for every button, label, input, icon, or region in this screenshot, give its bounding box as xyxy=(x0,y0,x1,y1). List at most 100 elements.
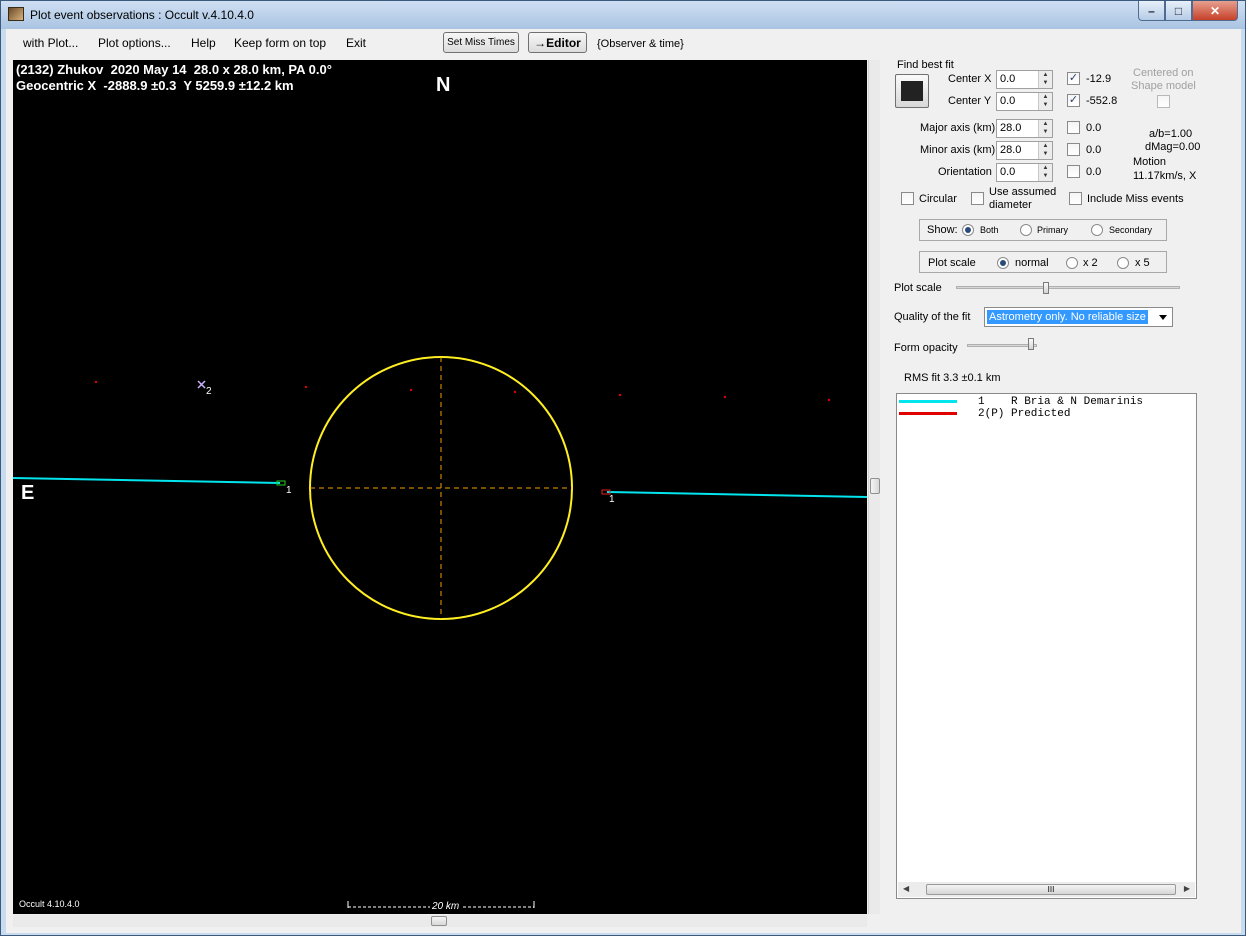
menu-exit[interactable]: Exit xyxy=(346,36,366,50)
center-x-spin-arrows[interactable]: ▲ ▼ xyxy=(1038,71,1052,88)
shape-model-label: Shape model xyxy=(1131,80,1196,92)
plot-header-line-2: Geocentric X -2888.9 ±0.3 Y 5259.9 ±12.2… xyxy=(16,78,294,93)
minor-axis-checkbox[interactable] xyxy=(1067,143,1080,156)
centered-on-label: Centered on xyxy=(1133,67,1194,79)
chord-1-right xyxy=(606,491,867,498)
legend-row-2[interactable]: 2(P) Predicted xyxy=(978,408,1070,420)
plot-scale-x5-radio[interactable] xyxy=(1117,257,1129,269)
orientation-label: Orientation xyxy=(938,166,992,178)
app-window: Plot event observations : Occult v.4.10.… xyxy=(0,0,1246,936)
menu-help[interactable]: Help xyxy=(191,36,216,50)
major-axis-spin-arrows[interactable]: ▲ ▼ xyxy=(1038,120,1052,137)
orientation-fit-value: 0.0 xyxy=(1086,166,1102,178)
plot-canvas[interactable]: (2132) Zhukov 2020 May 14 28.0 x 28.0 km… xyxy=(13,60,867,914)
show-group: Show: Both Primary Secondary xyxy=(919,219,1167,241)
plot-vertical-scrollbar[interactable] xyxy=(868,60,880,914)
plot-horizontal-scroll-thumb[interactable] xyxy=(431,916,447,926)
plot-scale-normal-label: normal xyxy=(1015,257,1049,269)
show-secondary-radio[interactable] xyxy=(1091,224,1103,236)
title-bar[interactable]: Plot event observations : Occult v.4.10.… xyxy=(1,1,1245,29)
plot-scale-group: Plot scale normal x 2 x 5 xyxy=(919,251,1167,273)
find-best-fit-label: Find best fit xyxy=(897,59,954,71)
motion-value: 11.17km/s, X xyxy=(1133,170,1197,182)
chord-1-label-left: 1 xyxy=(286,485,292,496)
maximize-button[interactable]: □ xyxy=(1165,1,1192,21)
quality-label: Quality of the fit xyxy=(894,311,971,323)
scale-label: 20 km xyxy=(430,901,462,912)
fit-chart-icon xyxy=(901,81,923,101)
chord-1-label-right: 1 xyxy=(609,494,615,505)
center-x-input[interactable]: 0.0 ▲ ▼ xyxy=(996,70,1053,89)
include-miss-events-checkbox[interactable] xyxy=(1069,192,1082,205)
legend-scroll-thumb[interactable]: III xyxy=(926,884,1176,895)
set-miss-times-button[interactable]: Set Miss Times xyxy=(443,32,519,53)
predicted-label: 2 xyxy=(206,386,212,397)
center-y-checkbox[interactable]: ✓ xyxy=(1067,94,1080,107)
plot-scale-x2-label: x 2 xyxy=(1083,257,1098,269)
diameter-label: diameter xyxy=(989,199,1032,211)
center-y-input[interactable]: 0.0 ▲ ▼ xyxy=(996,92,1053,111)
minor-axis-input[interactable]: 28.0 ▲ ▼ xyxy=(996,141,1053,160)
plot-horizontal-scrollbar[interactable] xyxy=(13,915,867,927)
minor-axis-fit-value: 0.0 xyxy=(1086,144,1102,156)
app-icon xyxy=(8,7,24,21)
centered-on-shape-checkbox[interactable] xyxy=(1157,95,1170,108)
show-both-label: Both xyxy=(980,225,999,235)
minor-axis-spin-arrows[interactable]: ▲ ▼ xyxy=(1038,142,1052,159)
major-axis-fit-value: 0.0 xyxy=(1086,122,1102,134)
menu-keep-on-top[interactable]: Keep form on top xyxy=(234,36,326,50)
center-y-fit-value: -552.8 xyxy=(1086,95,1118,107)
major-axis-checkbox[interactable] xyxy=(1067,121,1080,134)
center-x-label: Center X xyxy=(948,73,992,85)
center-x-checkbox[interactable]: ✓ xyxy=(1067,72,1080,85)
show-secondary-label: Secondary xyxy=(1109,225,1153,235)
circular-label: Circular xyxy=(919,193,957,205)
minimize-button[interactable]: – xyxy=(1138,1,1165,21)
plot-scale-slider[interactable] xyxy=(956,286,1180,289)
form-opacity-slider[interactable] xyxy=(967,344,1037,347)
major-axis-input[interactable]: 28.0 ▲ ▼ xyxy=(996,119,1053,138)
plot-header-line-1: (2132) Zhukov 2020 May 14 28.0 x 28.0 km… xyxy=(16,62,332,77)
chevron-down-icon[interactable] xyxy=(1159,315,1167,320)
center-y-spin-arrows[interactable]: ▲ ▼ xyxy=(1038,93,1052,110)
show-primary-radio[interactable] xyxy=(1020,224,1032,236)
circular-checkbox[interactable] xyxy=(901,192,914,205)
orientation-spin-arrows[interactable]: ▲ ▼ xyxy=(1038,164,1052,181)
legend-horizontal-scrollbar[interactable]: ◀ III ▶ xyxy=(898,882,1195,897)
plot-scale-slider-thumb[interactable] xyxy=(1043,282,1050,294)
motion-label: Motion xyxy=(1133,156,1167,168)
legend-row-1[interactable]: 1 R Bria & N Demarinis xyxy=(978,396,1143,408)
orientation-input[interactable]: 0.0 ▲ ▼ xyxy=(996,163,1053,182)
menu-with-plot[interactable]: with Plot... xyxy=(23,36,78,50)
chord-1-left xyxy=(13,477,281,484)
plot-vertical-scroll-thumb[interactable] xyxy=(870,478,880,494)
plot-scale-x2-radio[interactable] xyxy=(1066,257,1078,269)
show-both-radio[interactable] xyxy=(962,224,974,236)
use-assumed-diameter-checkbox[interactable] xyxy=(971,192,984,205)
orientation-checkbox[interactable] xyxy=(1067,165,1080,178)
menu-plot-options[interactable]: Plot options... xyxy=(98,36,171,50)
observer-legend-list[interactable]: 1 R Bria & N Demarinis 2(P) Predicted ◀ … xyxy=(896,393,1197,899)
plot-graphics xyxy=(13,356,867,908)
editor-button[interactable]: →Editor xyxy=(528,32,587,53)
plot-scale-normal-radio[interactable] xyxy=(997,257,1009,269)
find-best-fit-button[interactable] xyxy=(895,74,929,108)
fit-panel: Find best fit Center X 0.0 ▲ ▼ ✓ -12.9 Cen… xyxy=(881,29,1236,905)
include-miss-events-label: Include Miss events xyxy=(1087,193,1184,205)
scroll-left-icon[interactable]: ◀ xyxy=(903,884,909,893)
use-assumed-label: Use assumed xyxy=(989,186,1057,198)
north-label: N xyxy=(436,74,451,96)
scroll-right-icon[interactable]: ▶ xyxy=(1184,884,1190,893)
plot-scale-slider-label: Plot scale xyxy=(894,282,942,294)
form-opacity-slider-thumb[interactable] xyxy=(1027,338,1034,350)
center-x-fit-value: -12.9 xyxy=(1086,73,1112,85)
show-primary-label: Primary xyxy=(1037,225,1068,235)
ab-ratio-label: a/b=1.00 xyxy=(1149,128,1193,140)
dmag-label: dMag=0.00 xyxy=(1145,141,1201,153)
minor-axis-label: Minor axis (km) xyxy=(920,144,996,156)
close-button[interactable]: ✕ xyxy=(1192,1,1238,21)
predicted-center-marker xyxy=(197,380,206,389)
window-title: Plot event observations : Occult v.4.10.… xyxy=(30,8,254,22)
quality-dropdown[interactable]: Astrometry only. No reliable size xyxy=(984,307,1173,327)
major-axis-label: Major axis (km) xyxy=(920,122,996,134)
